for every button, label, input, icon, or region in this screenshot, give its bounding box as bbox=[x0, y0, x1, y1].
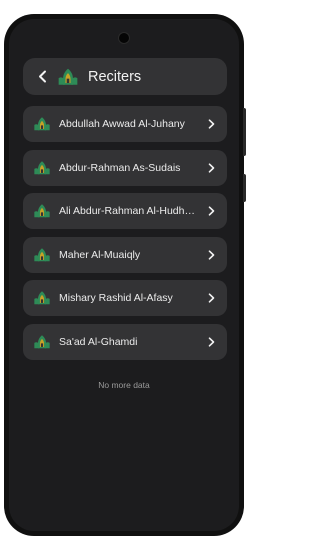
chevron-right-icon bbox=[205, 162, 217, 173]
mosque-logo-icon bbox=[34, 160, 50, 174]
phone-frame: Reciters Abdullah Awwad Al-Juhany Abdur-… bbox=[4, 14, 246, 536]
app-header: Reciters bbox=[23, 58, 227, 95]
mosque-logo-icon bbox=[34, 248, 50, 262]
mosque-logo-icon bbox=[34, 291, 50, 305]
mosque-logo-icon bbox=[34, 335, 50, 349]
chevron-right-icon bbox=[205, 206, 217, 216]
reciter-name: Ali Abdur-Rahman Al-Hudhaify bbox=[59, 205, 200, 218]
no-more-data-text: No more data bbox=[98, 380, 150, 390]
reciter-item[interactable]: Ali Abdur-Rahman Al-Hudhaify bbox=[23, 193, 227, 230]
reciter-name: Maher Al-Muaiqly bbox=[59, 248, 141, 261]
reciter-item[interactable]: Maher Al-Muaiqly bbox=[23, 236, 227, 273]
power-button bbox=[243, 174, 246, 202]
reciter-name: Abdullah Awwad Al-Juhany bbox=[59, 118, 185, 130]
chevron-right-icon bbox=[205, 293, 217, 303]
reciter-item[interactable]: Sa'ad Al-Ghamdi bbox=[23, 323, 227, 360]
front-camera bbox=[119, 33, 129, 43]
mosque-logo-icon bbox=[58, 68, 78, 85]
reciter-item[interactable]: Abdur-Rahman As-Sudais bbox=[23, 149, 227, 186]
volume-button bbox=[243, 108, 246, 156]
reciter-item[interactable]: Abdullah Awwad Al-Juhany bbox=[23, 106, 227, 142]
reciter-item[interactable]: Mishary Rashid Al-Afasy bbox=[23, 280, 227, 317]
mosque-logo-icon bbox=[34, 204, 50, 218]
back-button[interactable] bbox=[35, 70, 49, 83]
chevron-right-icon bbox=[205, 119, 217, 129]
reciter-name: Sa'ad Al-Ghamdi bbox=[59, 335, 138, 348]
chevron-right-icon bbox=[205, 250, 217, 260]
chevron-left-icon bbox=[38, 70, 46, 83]
reciter-name: Abdur-Rahman As-Sudais bbox=[59, 161, 181, 174]
page-title: Reciters bbox=[88, 68, 142, 85]
reciters-list: Abdullah Awwad Al-Juhany Abdur-Rahman As… bbox=[23, 106, 227, 368]
mosque-logo-icon bbox=[34, 117, 50, 131]
app-screen: Reciters Abdullah Awwad Al-Juhany Abdur-… bbox=[9, 19, 239, 531]
chevron-right-icon bbox=[205, 337, 217, 347]
reciter-name: Mishary Rashid Al-Afasy bbox=[59, 292, 173, 305]
